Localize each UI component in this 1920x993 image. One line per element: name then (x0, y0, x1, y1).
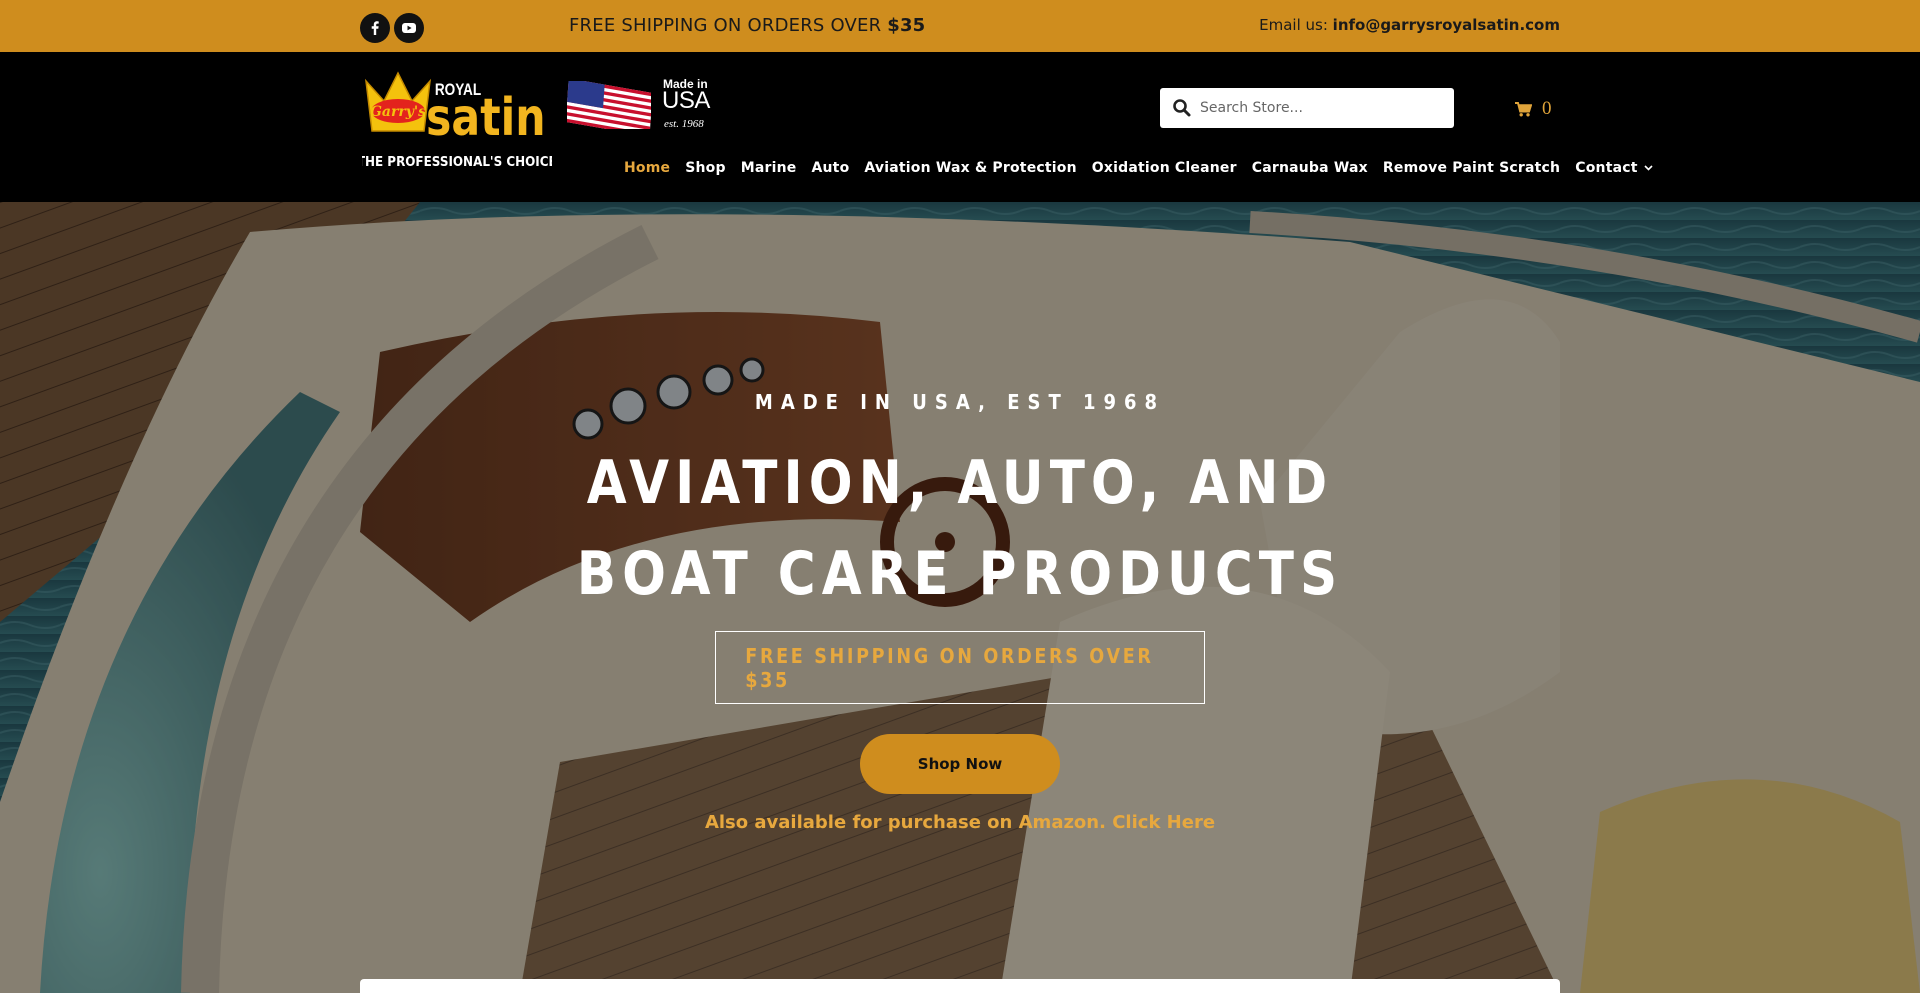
shipping-banner-text: FREE SHIPPING ON ORDERS OVER $35 (745, 643, 1154, 692)
shipping-banner-box: FREE SHIPPING ON ORDERS OVER $35 (715, 631, 1205, 704)
nav-item-carnauba-wax[interactable]: Carnauba Wax (1252, 160, 1368, 176)
nav-item-contact[interactable]: Contact (1575, 160, 1653, 176)
nav-label: Shop (685, 160, 726, 176)
nav-label: Marine (740, 160, 797, 176)
logo-tagline: THE PROFESSIONAL'S CHOICE (362, 154, 552, 170)
content-card (360, 979, 1560, 993)
amazon-link[interactable]: Also available for purchase on Amazon. C… (0, 812, 1920, 833)
chevron-down-icon (1644, 165, 1653, 171)
shipping-promo-text: FREE SHIPPING ON ORDERS OVER (569, 15, 882, 36)
cart-count: 0 (1542, 98, 1552, 119)
nav-label: Contact (1575, 160, 1638, 176)
nav-item-auto[interactable]: Auto (811, 160, 849, 176)
made-in-usa-badge: Made in USA est. 1968 (563, 75, 713, 135)
nav-item-aviation[interactable]: Aviation Wax & Protection (864, 160, 1076, 176)
youtube-icon[interactable] (394, 13, 424, 43)
nav-label: Oxidation Cleaner (1091, 160, 1237, 176)
email-contact: Email us: info@garrysroyalsatin.com (1259, 16, 1560, 34)
shipping-promo-amount: $35 (887, 15, 926, 36)
nav-label: Remove Paint Scratch (1382, 160, 1561, 176)
nav-label: Home (624, 160, 671, 176)
nav-item-remove-paint-scratch[interactable]: Remove Paint Scratch (1383, 160, 1560, 176)
est-label: est. 1968 (664, 118, 704, 130)
site-header: Garry's ROYAL satin THE PROFESSIONAL'S C… (0, 52, 1920, 202)
cart-button[interactable]: 0 (1515, 98, 1552, 120)
hero-eyebrow: MADE IN USA, EST 1968 (754, 390, 1166, 414)
shop-now-button[interactable]: Shop Now (860, 734, 1060, 794)
hero-section: MADE IN USA, EST 1968 AVIATION, AUTO, AN… (0, 202, 1920, 993)
top-bar: FREE SHIPPING ON ORDERS OVER $35 Email u… (0, 0, 1920, 52)
site-logo[interactable]: Garry's ROYAL satin THE PROFESSIONAL'S C… (362, 69, 552, 173)
nav-item-marine[interactable]: Marine (741, 160, 797, 176)
logo-satin-text: satin (426, 88, 546, 148)
nav-item-shop[interactable]: Shop (685, 160, 726, 176)
shipping-promo: FREE SHIPPING ON ORDERS OVER $35 (569, 15, 925, 36)
main-nav: Home Shop Marine Auto Aviation Wax & Pro… (624, 160, 1668, 176)
search-input[interactable] (1200, 100, 1440, 116)
nav-item-home[interactable]: Home (624, 160, 670, 176)
nav-label: Auto (811, 160, 850, 176)
search-icon[interactable] (1172, 98, 1192, 118)
nav-label: Carnauba Wax (1251, 160, 1368, 176)
cart-icon (1515, 101, 1532, 116)
email-link[interactable]: info@garrysroyalsatin.com (1333, 16, 1560, 34)
usa-label: USA (662, 87, 710, 114)
nav-item-oxidation-cleaner[interactable]: Oxidation Cleaner (1092, 160, 1237, 176)
us-flag-icon (567, 81, 651, 129)
email-label: Email us: (1259, 16, 1328, 34)
nav-label: Aviation Wax & Protection (864, 160, 1077, 176)
logo-garrys-text: Garry's (370, 104, 426, 120)
facebook-icon[interactable] (360, 13, 390, 43)
hero-title: AVIATION, AUTO, AND BOAT CARE PRODUCTS (576, 448, 1344, 609)
search-box (1160, 88, 1454, 128)
